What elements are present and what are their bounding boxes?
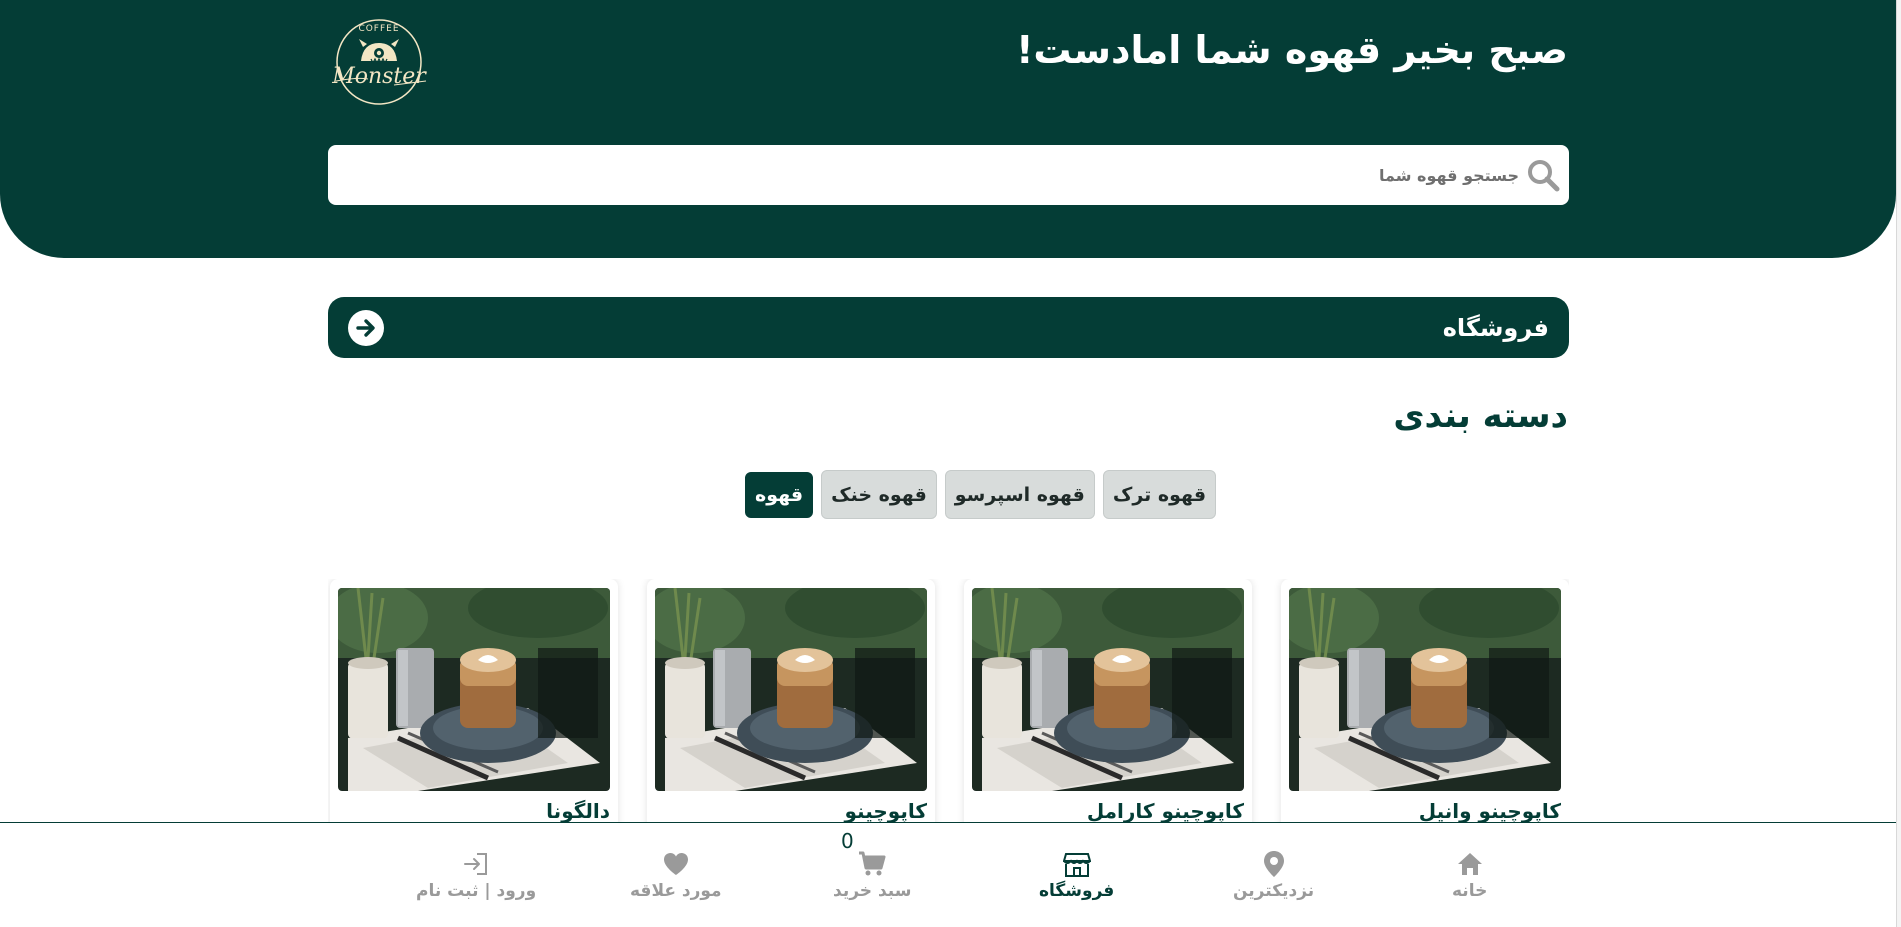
svg-text:COFFEE: COFFEE <box>358 24 399 34</box>
nav-label: سبد خرید <box>833 881 912 901</box>
category-chip[interactable]: قهوه ترک <box>1102 470 1217 519</box>
coffee-monster-logo[interactable]: COFFEE Monster <box>328 17 430 107</box>
nav-item-nearest[interactable]: نزدیکترین <box>1233 849 1314 901</box>
product-card[interactable]: کاپوچینو کارامل <box>964 579 1252 824</box>
product-card[interactable]: دالگونا <box>330 579 618 824</box>
bottom-navigation: 0 خانه نزدیکترین فروشگاه سبد خرید مورد ع… <box>0 822 1896 927</box>
search-input[interactable] <box>328 145 1525 205</box>
nav-label: خانه <box>1452 881 1488 901</box>
heart-icon <box>661 849 691 879</box>
category-chip[interactable]: قهوه خنک <box>821 470 937 519</box>
cart-icon <box>857 849 887 879</box>
category-chip-active[interactable]: قهوه <box>745 472 814 518</box>
nav-label: مورد علاقه <box>630 881 722 901</box>
search-icon[interactable] <box>1525 157 1561 193</box>
shop-banner-title: فروشگاه <box>1442 313 1549 342</box>
product-name: کاپوچینو <box>844 799 927 823</box>
nav-item-login[interactable]: ورود | ثبت نام <box>416 849 536 901</box>
product-name: کاپوچینو وانیل <box>1418 799 1561 823</box>
nav-label: نزدیکترین <box>1233 881 1315 901</box>
nav-label: ورود | ثبت نام <box>416 881 537 901</box>
search-bar[interactable] <box>328 145 1569 205</box>
map-pin-icon <box>1259 849 1289 879</box>
nav-item-favorites[interactable]: مورد علاقه <box>630 849 722 901</box>
shop-banner[interactable]: فروشگاه <box>328 297 1569 358</box>
category-chips: قهوه ترک قهوه اسپرسو قهوه خنک قهوه <box>745 470 1217 519</box>
product-card[interactable]: کاپوچینو <box>647 579 935 824</box>
categories-title: دسته بندی <box>1393 396 1568 436</box>
product-grid: کاپوچینو وانیل کاپوچینو کارامل کاپوچینو <box>328 579 1569 824</box>
product-image <box>338 588 610 791</box>
product-name: دالگونا <box>546 799 610 823</box>
page-scrollbar[interactable] <box>1896 0 1901 927</box>
nav-item-shop[interactable]: فروشگاه <box>1039 849 1114 901</box>
product-card[interactable]: کاپوچینو وانیل <box>1281 579 1569 824</box>
nav-item-cart[interactable]: سبد خرید <box>833 849 911 901</box>
product-image <box>1289 588 1561 791</box>
header-banner <box>0 0 1896 258</box>
svg-text:Monster: Monster <box>331 64 427 89</box>
store-icon <box>1062 849 1092 879</box>
category-chip[interactable]: قهوه اسپرسو <box>944 470 1095 519</box>
login-icon <box>461 849 491 879</box>
home-icon <box>1455 849 1485 879</box>
product-image <box>972 588 1244 791</box>
arrow-right-icon[interactable] <box>348 309 384 346</box>
nav-item-home[interactable]: خانه <box>1452 849 1487 901</box>
product-image <box>655 588 927 791</box>
nav-label: فروشگاه <box>1039 881 1115 901</box>
greeting-title: صبح بخیر قهوه شما امادست! <box>1016 28 1568 72</box>
logo-icon: COFFEE Monster <box>331 19 427 105</box>
product-name: کاپوچینو کارامل <box>1086 799 1244 823</box>
